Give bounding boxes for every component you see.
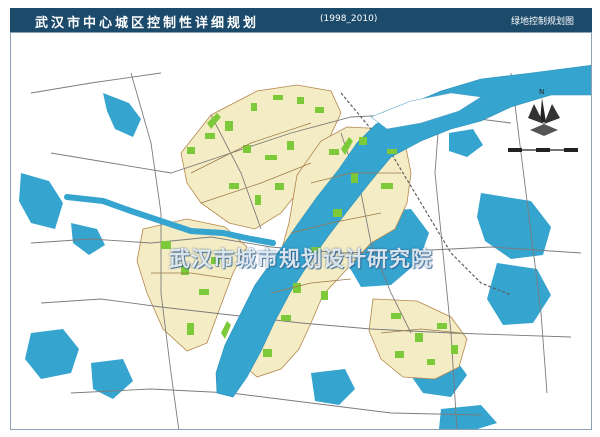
green-space [451,345,458,354]
green-space [273,95,283,100]
green-space [381,183,393,189]
green-space [229,183,239,189]
green-space [281,315,291,321]
lake-south-1 [311,369,355,405]
green-space [427,359,435,365]
compass-icon [508,98,578,152]
green-space [251,103,257,111]
map-canvas [19,64,591,429]
lake-northeast-small [449,129,483,157]
map-area[interactable]: 武汉市城市规划设计研究院 N [10,32,592,430]
green-space [395,351,404,358]
lake-southwest [25,329,79,379]
green-space [263,349,272,357]
green-space [315,107,324,113]
green-space [329,149,339,155]
green-space [275,183,284,190]
green-space [199,289,209,295]
plan-years: (1998_2010) [320,14,378,24]
green-space [287,141,294,150]
green-space [225,121,233,131]
lake-northwest [103,93,141,137]
map-title: 武汉市中心城区控制性详细规划 [35,16,260,31]
green-space [437,323,447,329]
lake-west-upper [19,173,63,229]
green-space [351,173,358,183]
map-frame: 武汉市中心城区控制性详细规划 (1998_2010) 绿地控制规划图 武汉市城市… [0,0,600,437]
watermark-text: 武汉市城市规划设计研究院 [169,247,433,271]
green-space [387,149,397,154]
lake-south-2 [439,405,497,429]
green-space [293,283,301,293]
green-space [321,291,328,300]
green-space [255,195,261,205]
green-space [205,133,215,139]
green-space [297,97,304,104]
lake-south-west-2 [91,359,133,399]
green-space [415,333,423,342]
green-space [187,323,194,335]
green-space [187,147,195,154]
green-space [391,313,401,319]
title-bar: 武汉市中心城区控制性详细规划 (1998_2010) 绿地控制规划图 [10,8,592,32]
green-space [333,209,342,217]
map-subtitle: 绿地控制规划图 [510,17,574,27]
green-space [265,155,277,160]
north-label: N [539,88,545,96]
green-space [359,137,367,145]
lake-far-east-1 [477,193,551,259]
north-arrow: N [506,88,581,178]
